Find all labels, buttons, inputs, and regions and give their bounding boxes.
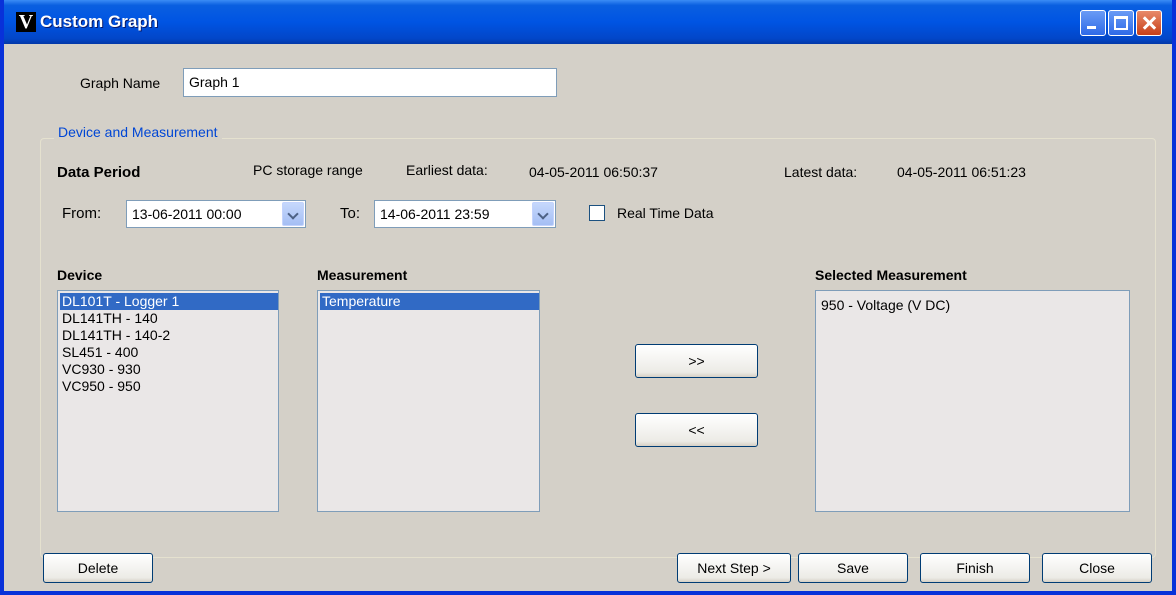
window-title: Custom Graph bbox=[40, 12, 159, 31]
device-heading: Device bbox=[57, 267, 103, 283]
add-measurement-button[interactable]: >> bbox=[635, 344, 758, 378]
device-list-item[interactable]: VC930 - 930 bbox=[60, 361, 278, 378]
remove-measurement-button[interactable]: << bbox=[635, 413, 758, 447]
save-button[interactable]: Save bbox=[798, 553, 908, 583]
device-list-item[interactable]: DL141TH - 140 bbox=[60, 310, 278, 327]
delete-button[interactable]: Delete bbox=[43, 553, 153, 583]
earliest-data-value: 04-05-2011 06:50:37 bbox=[529, 164, 658, 180]
to-date-combo[interactable]: 14-06-2011 23:59 bbox=[374, 200, 556, 228]
selected-measurement-item[interactable]: 950 - Voltage (V DC) bbox=[819, 297, 1129, 314]
finish-button[interactable]: Finish bbox=[920, 553, 1030, 583]
app-logo-icon: V bbox=[16, 12, 36, 32]
device-list-item[interactable]: VC950 - 950 bbox=[60, 378, 278, 395]
from-date-combo[interactable]: 13-06-2011 00:00 bbox=[126, 200, 306, 228]
real-time-data-label: Real Time Data bbox=[617, 205, 714, 221]
group-legend: Device and Measurement bbox=[54, 124, 222, 140]
close-window-button[interactable] bbox=[1136, 10, 1162, 36]
chevron-down-icon[interactable] bbox=[532, 202, 554, 226]
pc-storage-range-label: PC storage range bbox=[253, 162, 363, 178]
from-label: From: bbox=[62, 205, 102, 222]
latest-data-label: Latest data: bbox=[784, 164, 858, 180]
device-list-item[interactable]: DL141TH - 140-2 bbox=[60, 327, 278, 344]
to-date-value: 14-06-2011 23:59 bbox=[380, 206, 490, 222]
latest-data-value: 04-05-2011 06:51:23 bbox=[897, 164, 1026, 180]
to-label: To: bbox=[340, 205, 361, 222]
device-list-item[interactable]: SL451 - 400 bbox=[60, 344, 278, 361]
chevron-down-icon[interactable] bbox=[282, 202, 304, 226]
device-listbox[interactable]: DL101T - Logger 1 DL141TH - 140 DL141TH … bbox=[57, 290, 279, 512]
device-list-item[interactable]: DL101T - Logger 1 bbox=[60, 293, 278, 310]
real-time-data-checkbox[interactable] bbox=[589, 205, 605, 221]
title-bar[interactable]: V Custom Graph bbox=[4, 0, 1172, 44]
close-button[interactable]: Close bbox=[1042, 553, 1152, 583]
maximize-button[interactable] bbox=[1108, 10, 1134, 36]
graph-name-input[interactable]: Graph 1 bbox=[183, 68, 557, 97]
data-period-heading: Data Period bbox=[57, 164, 141, 181]
from-date-value: 13-06-2011 00:00 bbox=[132, 206, 242, 222]
selected-measurement-heading: Selected Measurement bbox=[815, 267, 967, 283]
measurement-listbox[interactable]: Temperature bbox=[317, 290, 540, 512]
earliest-data-label: Earliest data: bbox=[406, 162, 488, 178]
measurement-heading: Measurement bbox=[317, 267, 408, 283]
graph-name-label: Graph Name bbox=[80, 75, 161, 91]
measurement-list-item[interactable]: Temperature bbox=[320, 293, 539, 310]
minimize-button[interactable] bbox=[1080, 10, 1106, 36]
next-step-button[interactable]: Next Step > bbox=[677, 553, 791, 583]
selected-measurement-listbox[interactable]: 950 - Voltage (V DC) bbox=[815, 290, 1130, 512]
